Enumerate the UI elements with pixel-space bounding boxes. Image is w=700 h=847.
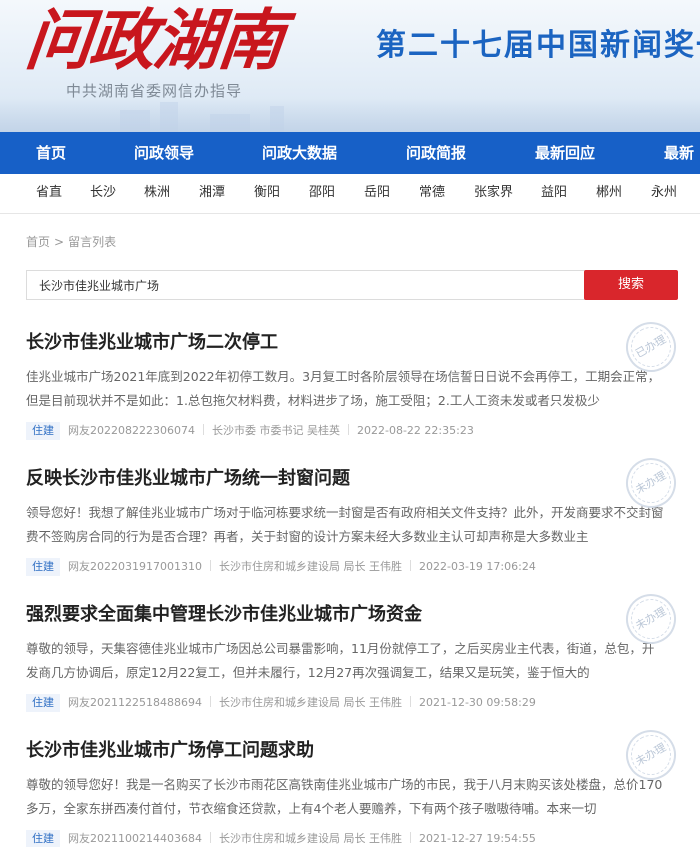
- message-time: 2021-12-27 19:54:55: [418, 832, 536, 845]
- message-item: 长沙市佳兆业城市广场二次停工 佳兆业城市广场2021年底到2022年初停工数月。…: [26, 330, 678, 442]
- message-time: 2022-08-22 22:35:23: [356, 424, 474, 437]
- message-excerpt: 尊敬的领导，天集容德佳兆业城市广场因总公司暴雷影响，11月份就停工了，之后买房业…: [26, 641, 655, 680]
- award-slogan: 第二十七届中国新闻奖一: [376, 28, 700, 63]
- city-nav-item[interactable]: 益阳: [541, 174, 567, 213]
- site-subtitle: 中共湖南省委网信办指导: [66, 82, 243, 100]
- message-time: 2021-12-30 09:58:29: [418, 696, 536, 709]
- search-button[interactable]: 搜索: [584, 270, 678, 300]
- meta-divider: [209, 696, 211, 707]
- main-nav-item-bigdata[interactable]: 问政大数据: [262, 132, 337, 174]
- city-nav-item[interactable]: 省直: [36, 174, 62, 213]
- city-nav-item[interactable]: 湘潭: [199, 174, 225, 213]
- message-item: 强烈要求全面集中管理长沙市佳兆业城市广场资金 尊敬的领导，天集容德佳兆业城市广场…: [26, 602, 678, 714]
- meta-divider: [209, 832, 211, 843]
- message-excerpt: 领导您好！我想了解佳兆业城市广场对于临河栋要求统一封窗是否有政府相关文件支持？此…: [26, 505, 664, 544]
- breadcrumb-separator: >: [54, 235, 65, 249]
- city-nav: 省直 长沙 株洲 湘潭 衡阳 邵阳 岳阳 常德 张家界 益阳 郴州 永州: [0, 174, 700, 214]
- message-item: 反映长沙市佳兆业城市广场统一封窗问题 领导您好！我想了解佳兆业城市广场对于临河栋…: [26, 466, 678, 578]
- city-nav-item[interactable]: 永州: [651, 174, 677, 213]
- message-excerpt: 佳兆业城市广场2021年底到2022年初停工数月。3月复工时各阶层领导在场信誓日…: [26, 369, 661, 408]
- city-nav-item[interactable]: 长沙: [90, 174, 116, 213]
- city-nav-item[interactable]: 衡阳: [254, 174, 280, 213]
- city-nav-item[interactable]: 邵阳: [309, 174, 335, 213]
- category-tag[interactable]: 住建: [26, 830, 60, 847]
- message-title[interactable]: 长沙市佳兆业城市广场停工问题求助: [26, 738, 678, 764]
- message-department: 长沙市住房和城乡建设局 局长 王伟胜: [218, 832, 402, 845]
- site-logo[interactable]: 问政湖南: [22, 1, 286, 79]
- message-department: 长沙市住房和城乡建设局 局长 王伟胜: [218, 696, 402, 709]
- breadcrumb: 首页 > 留言列表: [26, 233, 116, 250]
- category-tag[interactable]: 住建: [26, 422, 60, 440]
- meta-divider: [202, 424, 204, 435]
- message-title[interactable]: 长沙市佳兆业城市广场二次停工: [26, 330, 678, 356]
- category-tag[interactable]: 住建: [26, 558, 60, 576]
- main-nav-item-leaders[interactable]: 问政领导: [134, 132, 194, 174]
- city-nav-item[interactable]: 株洲: [144, 174, 170, 213]
- category-tag[interactable]: 住建: [26, 694, 60, 712]
- city-nav-item[interactable]: 张家界: [474, 174, 513, 213]
- main-nav-item-home[interactable]: 首页: [36, 132, 66, 174]
- search-bar: 搜索: [26, 270, 678, 300]
- message-excerpt: 尊敬的领导您好！我是一名购买了长沙市雨花区高铁南佳兆业城市广场的市民，我于八月末…: [26, 777, 663, 816]
- meta-divider: [409, 560, 411, 571]
- meta-divider: [209, 560, 211, 571]
- city-nav-item[interactable]: 岳阳: [364, 174, 390, 213]
- main-nav-item-latest[interactable]: 最新: [664, 132, 694, 174]
- breadcrumb-home[interactable]: 首页: [26, 235, 50, 249]
- message-time: 2022-03-19 17:06:24: [418, 560, 536, 573]
- search-input[interactable]: [26, 270, 586, 300]
- message-user: 网友2021122518488694: [68, 696, 202, 709]
- message-meta: 住建 网友2021122518488694 长沙市住房和城乡建设局 局长 王伟胜 20…: [26, 692, 678, 714]
- city-nav-item[interactable]: 郴州: [596, 174, 622, 213]
- message-department: 长沙市委 市委书记 吴桂英: [211, 424, 340, 437]
- message-user: 网友2022031917001310: [68, 560, 202, 573]
- message-item: 长沙市佳兆业城市广场停工问题求助 尊敬的领导您好！我是一名购买了长沙市雨花区高铁…: [26, 738, 678, 847]
- meta-divider: [409, 696, 411, 707]
- message-meta: 住建 网友2021100214403684 长沙市住房和城乡建设局 局长 王伟胜 20…: [26, 828, 678, 847]
- meta-divider: [347, 424, 349, 435]
- meta-divider: [409, 832, 411, 843]
- message-title[interactable]: 强烈要求全面集中管理长沙市佳兆业城市广场资金: [26, 602, 678, 628]
- breadcrumb-current: 留言列表: [68, 235, 117, 249]
- main-nav: 首页 问政领导 问政大数据 问政简报 最新回应 最新: [0, 132, 700, 174]
- skyline-decoration: [0, 98, 700, 132]
- main-nav-item-briefing[interactable]: 问政简报: [406, 132, 466, 174]
- message-meta: 住建 网友20220822230607​4 长沙市委 市委书记 吴桂英 2022-08…: [26, 420, 678, 442]
- message-title[interactable]: 反映长沙市佳兆业城市广场统一封窗问题: [26, 466, 678, 492]
- message-department: 长沙市住房和城乡建设局 局长 王伟胜: [218, 560, 402, 573]
- message-user: 网友2021100214403684: [68, 832, 202, 845]
- message-user: 网友20220822230607​4: [68, 424, 195, 437]
- header-banner: 问政湖南 中共湖南省委网信办指导 第二十七届中国新闻奖一: [0, 0, 700, 132]
- message-meta: 住建 网友2022031917001310 长沙市住房和城乡建设局 局长 王伟胜 20…: [26, 556, 678, 578]
- main-nav-item-latest-response[interactable]: 最新回应: [535, 132, 595, 174]
- city-nav-item[interactable]: 常德: [419, 174, 445, 213]
